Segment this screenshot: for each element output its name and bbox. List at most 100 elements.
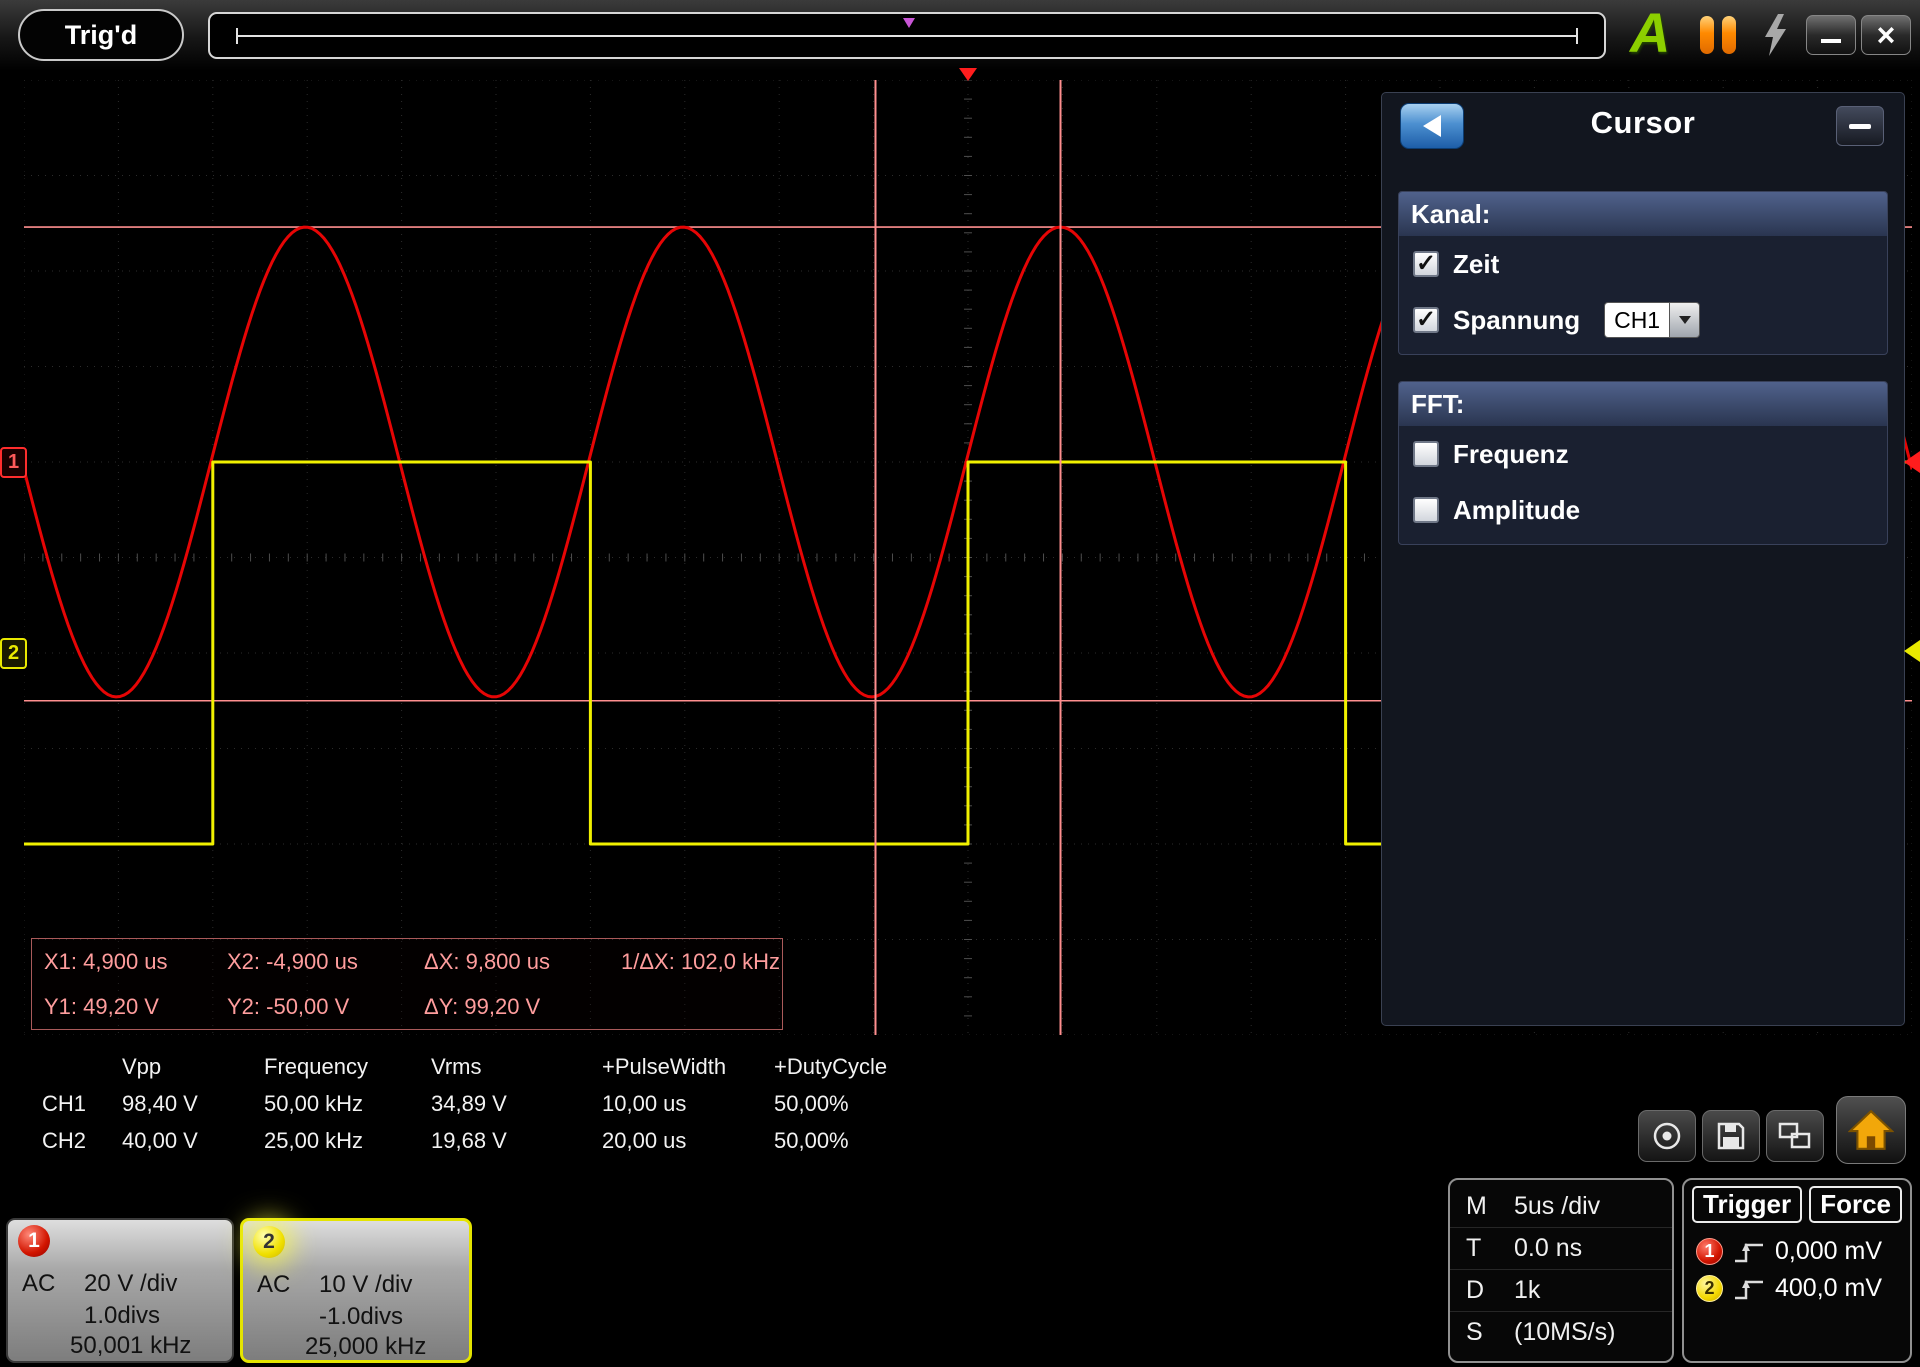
slider-right-tick <box>1576 28 1578 44</box>
oscilloscope-app: { "titlebar": { "trigger_status": "Trig'… <box>0 0 1920 1367</box>
frequenz-checkbox[interactable] <box>1413 441 1439 467</box>
app-logo: A <box>1630 0 1670 65</box>
ch1-trigger-level-arrow[interactable] <box>1904 451 1920 473</box>
zeit-checkbox[interactable]: ✓ <box>1413 251 1439 277</box>
trigger-ch2-row: 2 400,0 mV <box>1684 1266 1910 1303</box>
cursor-panel-header: Cursor <box>1382 93 1904 159</box>
timebase-d-value: 1k <box>1514 1276 1540 1305</box>
timebase-m-value: 5us /div <box>1514 1192 1600 1221</box>
amplitude-checkbox[interactable] <box>1413 497 1439 523</box>
trigger-position-marker[interactable] <box>903 18 915 28</box>
minimize-button[interactable] <box>1806 15 1856 55</box>
chevron-down-icon[interactable] <box>1670 302 1700 338</box>
window-switch-icon <box>1777 1120 1813 1152</box>
window-switch-button[interactable] <box>1766 1110 1824 1162</box>
run-stop-button[interactable] <box>1700 16 1736 54</box>
meas-ch2-dutycycle: 50,00% <box>762 1128 922 1154</box>
timebase-m-label: M <box>1466 1192 1514 1221</box>
minimize-icon <box>1821 39 1841 43</box>
ch1-scale: 20 V /div <box>84 1270 177 1298</box>
trigger-panel: Trigger Force 1 0,000 mV 2 400,0 mV <box>1682 1178 1912 1363</box>
close-button[interactable]: × <box>1861 15 1911 55</box>
channel-select-value: CH1 <box>1604 302 1670 338</box>
readout-dx: ΔX: 9,800 us <box>412 949 609 975</box>
spannung-checkbox[interactable]: ✓ <box>1413 307 1439 333</box>
ch2-control-panel[interactable]: 2 AC 10 V /div -1.0divs 25,000 kHz <box>240 1218 472 1363</box>
zeit-row: ✓ Zeit <box>1399 236 1887 292</box>
spannung-channel-select[interactable]: CH1 <box>1604 302 1700 338</box>
ch1-coupling: AC <box>22 1270 55 1298</box>
pause-icon <box>1700 16 1714 54</box>
ch1-control-panel[interactable]: 1 AC 20 V /div 1.0divs 50,001 kHz <box>6 1218 234 1363</box>
trigger-position-arrow[interactable] <box>959 68 977 81</box>
meas-header-frequency: Frequency <box>252 1054 419 1080</box>
zeit-label: Zeit <box>1453 249 1499 280</box>
timebase-row-m: M 5us /div <box>1450 1185 1672 1227</box>
ch2-position-marker[interactable]: 2 <box>0 638 27 669</box>
rising-edge-icon <box>1733 1239 1765 1265</box>
pause-icon <box>1722 16 1736 54</box>
check-icon: ✓ <box>1416 252 1436 276</box>
title-bar: Trig'd A × <box>0 0 1920 71</box>
force-button[interactable]: Force <box>1809 1186 1902 1223</box>
readout-dy: ΔY: 99,20 V <box>412 994 609 1020</box>
kanal-header: Kanal: <box>1399 192 1887 236</box>
ch1-badge: 1 <box>18 1225 50 1257</box>
spannung-row: ✓ Spannung CH1 <box>1399 292 1887 348</box>
meas-ch2-frequency: 25,00 kHz <box>252 1128 419 1154</box>
frequenz-label: Frequenz <box>1453 439 1569 470</box>
meas-header-pulsewidth: +PulseWidth <box>590 1054 762 1080</box>
timebase-panel: M 5us /div T 0.0 ns D 1k S (10MS/s) <box>1448 1178 1674 1363</box>
spannung-label: Spannung <box>1453 305 1580 336</box>
ch1-trigger-level: 0,000 mV <box>1775 1237 1882 1266</box>
ch1-freq-counter: 50,001 kHz <box>70 1332 191 1360</box>
meas-ch2-pulsewidth: 20,00 us <box>590 1128 762 1154</box>
panel-minimize-button[interactable] <box>1836 106 1884 146</box>
meas-ch1-dutycycle: 50,00% <box>762 1091 922 1117</box>
timebase-s-label: S <box>1466 1318 1514 1347</box>
timebase-row-d: D 1k <box>1450 1269 1672 1311</box>
ch2-trigger-level: 400,0 mV <box>1775 1274 1882 1303</box>
home-button[interactable] <box>1836 1096 1906 1164</box>
autoset-button[interactable] <box>1760 13 1790 62</box>
meas-header-vrms: Vrms <box>419 1054 590 1080</box>
rising-edge-icon <box>1733 1276 1765 1302</box>
trigger-status-badge: Trig'd <box>18 9 184 61</box>
measurements-table: Vpp Frequency Vrms +PulseWidth +DutyCycl… <box>30 1048 922 1159</box>
ch2-trigger-level-arrow[interactable] <box>1904 640 1920 662</box>
timebase-t-label: T <box>1466 1234 1514 1263</box>
horizontal-position-slider[interactable] <box>208 12 1606 59</box>
trigger-ch1-row: 1 0,000 mV <box>1684 1229 1910 1266</box>
timebase-t-value: 0.0 ns <box>1514 1234 1582 1263</box>
readout-x2: X2: -4,900 us <box>215 949 412 975</box>
lightning-icon <box>1760 13 1790 57</box>
meas-ch1-vrms: 34,89 V <box>419 1091 590 1117</box>
meas-header-dutycycle: +DutyCycle <box>762 1054 922 1080</box>
meas-ch1-vpp: 98,40 V <box>110 1091 252 1117</box>
trigger-title: Trigger <box>1692 1186 1802 1223</box>
ch2-scale: 10 V /div <box>319 1271 412 1299</box>
timebase-row-s: S (10MS/s) <box>1450 1311 1672 1353</box>
fft-header: FFT: <box>1399 382 1887 426</box>
cursor-readout: X1: 4,900 us X2: -4,900 us ΔX: 9,800 us … <box>31 938 783 1030</box>
readout-inv-dx: 1/ΔX: 102,0 kHz <box>609 949 782 975</box>
meas-ch2-label: CH2 <box>30 1128 110 1154</box>
ch1-badge: 1 <box>1696 1238 1723 1265</box>
capture-button[interactable] <box>1638 1110 1696 1162</box>
meas-ch2-vpp: 40,00 V <box>110 1128 252 1154</box>
save-icon <box>1715 1120 1747 1152</box>
check-icon: ✓ <box>1416 308 1436 332</box>
cursor-panel: Cursor Kanal: ✓ Zeit ✓ Spannung CH1 FFT:… <box>1381 92 1905 1026</box>
amplitude-row: Amplitude <box>1399 482 1887 538</box>
amplitude-label: Amplitude <box>1453 495 1580 526</box>
timebase-d-label: D <box>1466 1276 1514 1305</box>
panel-title: Cursor <box>1382 105 1904 141</box>
save-button[interactable] <box>1702 1110 1760 1162</box>
readout-x1: X1: 4,900 us <box>32 949 215 975</box>
frequenz-row: Frequenz <box>1399 426 1887 482</box>
meas-header-vpp: Vpp <box>110 1054 252 1080</box>
ch2-badge: 2 <box>1696 1275 1723 1302</box>
ch2-coupling: AC <box>257 1271 290 1299</box>
ch1-position-marker[interactable]: 1 <box>0 447 27 478</box>
meas-ch1-pulsewidth: 10,00 us <box>590 1091 762 1117</box>
